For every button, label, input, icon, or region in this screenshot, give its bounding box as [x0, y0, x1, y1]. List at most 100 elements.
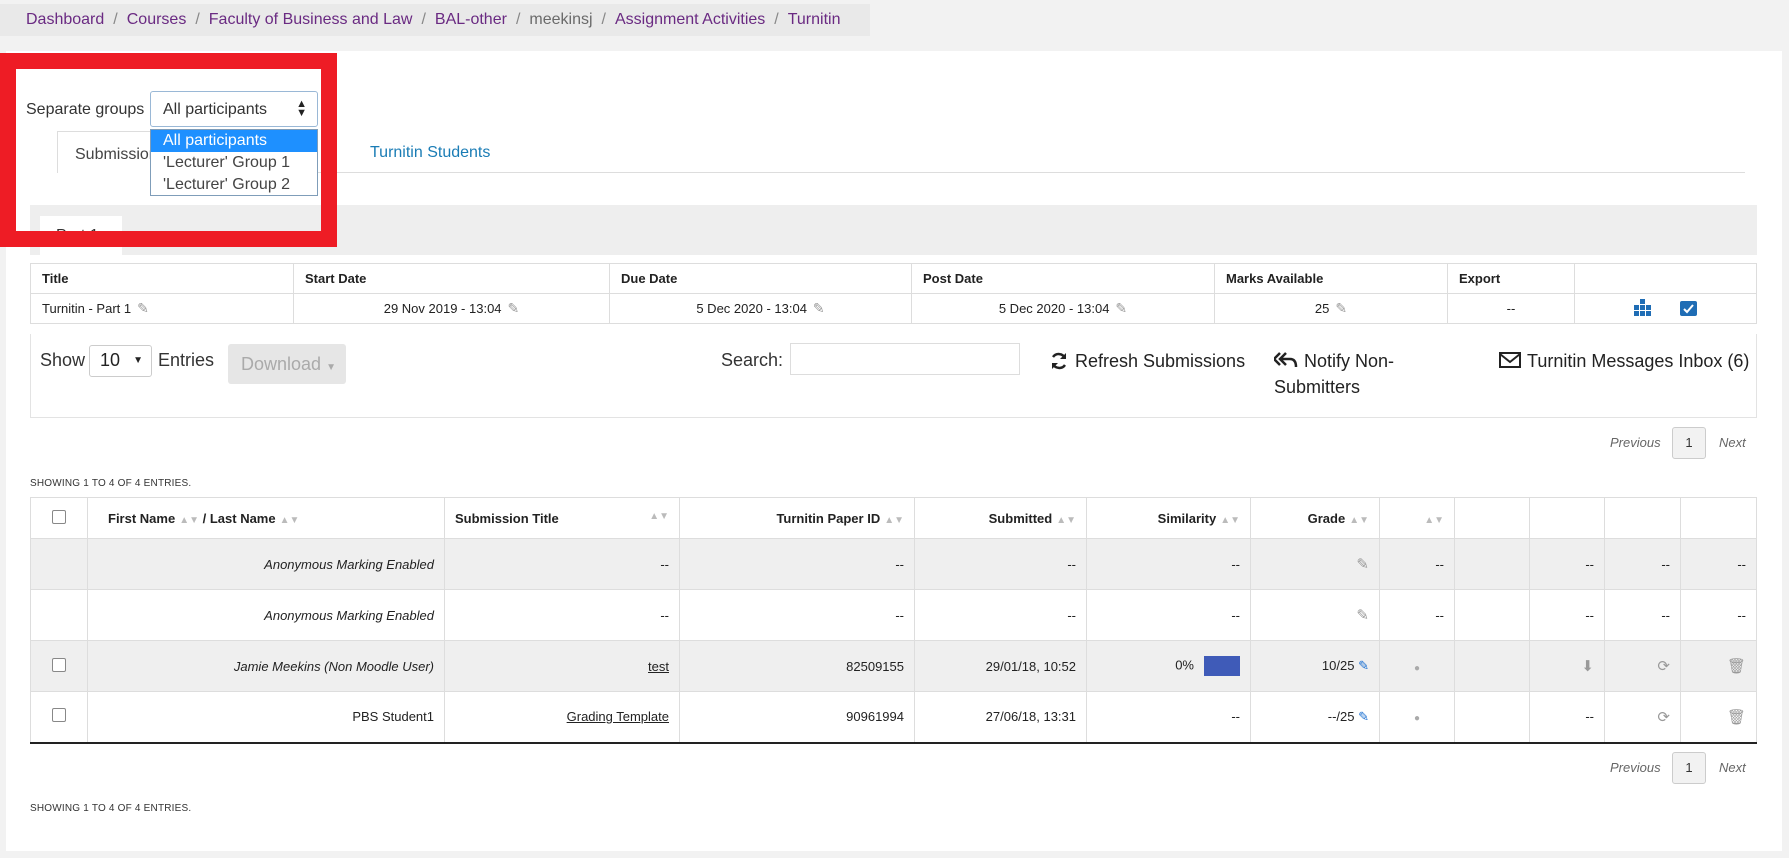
blocks-icon[interactable] [1633, 299, 1651, 318]
entries-select[interactable]: 10 ▼ [89, 345, 152, 377]
breadcrumb-bal-other[interactable]: BAL-other [435, 11, 507, 29]
turnitin-messages-inbox-button[interactable]: Turnitin Messages Inbox (6) [1499, 351, 1749, 372]
showing-entries: SHOWING 1 TO 4 OF 4 ENTRIES. [30, 803, 192, 814]
separate-groups-label: Separate groups [26, 101, 145, 118]
col-paper-id[interactable]: Turnitin Paper ID ▲▼ [679, 497, 915, 539]
pager-previous[interactable]: Previous [1610, 435, 1661, 450]
group-option-2[interactable]: 'Lecturer' Group 2 [151, 174, 317, 196]
edit-pencil-icon[interactable]: ✎ [1335, 300, 1347, 316]
caret-down-icon: ▼ [326, 362, 336, 373]
table-row: Anonymous Marking Enabled -- -- -- -- ✎ … [30, 589, 1757, 641]
download-button[interactable]: Download ▼ [228, 344, 346, 384]
showing-entries: SHOWING 1 TO 4 OF 4 ENTRIES. [30, 478, 192, 489]
pager-page-1[interactable]: 1 [1672, 427, 1706, 459]
download-icon[interactable]: ⬇ [1581, 658, 1594, 675]
select-all-checkbox[interactable] [52, 509, 66, 524]
col-submitted[interactable]: Submitted ▲▼ [914, 497, 1087, 539]
table-row: PBS Student1 Grading Template 90961994 2… [30, 691, 1757, 744]
breadcrumb-assignment-activities[interactable]: Assignment Activities [615, 11, 765, 29]
submissions-table: First Name ▲▼ / Last Name ▲▼ Submission Ti… [30, 497, 1757, 744]
reply-all-icon [1274, 352, 1298, 368]
select-arrows-icon: ▲ ▼ [296, 98, 307, 119]
tab-submissions[interactable]: Submission [57, 131, 158, 173]
search-input[interactable] [790, 343, 1020, 375]
search-label: Search: [721, 350, 784, 370]
cell-title: Turnitin - Part 1 ✎ [30, 293, 294, 324]
col-title: Title [30, 263, 294, 294]
cell-start: 29 Nov 2019 - 13:04 ✎ [293, 293, 610, 324]
status-dot-icon: ● [1413, 713, 1421, 725]
col-name[interactable]: First Name ▲▼ / Last Name ▲▼ [87, 497, 445, 539]
similarity-report-button[interactable] [1204, 656, 1240, 676]
cell-marks: 25 ✎ [1214, 293, 1448, 324]
show-label: Show [40, 350, 86, 370]
sort-icon: ▲▼ [1424, 514, 1444, 526]
breadcrumb-dashboard[interactable]: Dashboard [26, 11, 104, 29]
breadcrumb-turnitin[interactable]: Turnitin [788, 11, 841, 29]
edit-pencil-icon[interactable]: ✎ [137, 300, 149, 316]
pencil-icon[interactable]: ✎ [1356, 607, 1369, 624]
sort-icon: ▲▼ [649, 510, 669, 522]
refresh-submissions-button[interactable]: Refresh Submissions [1049, 351, 1245, 372]
pager-next[interactable]: Next [1719, 435, 1746, 450]
col-submission-title[interactable]: Submission Title ▲▼ [444, 497, 680, 539]
col-due-date: Due Date [609, 263, 912, 294]
row-checkbox[interactable] [52, 708, 66, 723]
sort-icon: ▲▼ [179, 514, 199, 526]
tab-turnitin-students[interactable]: Turnitin Students [370, 144, 490, 162]
groups-select[interactable]: All participants ▲ ▼ [150, 91, 318, 127]
trash-icon[interactable]: 🗑 [1727, 658, 1746, 675]
table-row: Jamie Meekins (Non Moodle User) test 825… [30, 640, 1757, 692]
part-tabs-bar [30, 205, 1757, 255]
cell-actions [1574, 293, 1757, 324]
pager-next[interactable]: Next [1719, 760, 1746, 775]
refresh-icon [1051, 352, 1067, 370]
grade-pencil-icon[interactable]: ✎ [1358, 709, 1369, 724]
groups-dropdown: All participants 'Lecturer' Group 1 'Lec… [150, 129, 318, 196]
group-option-1[interactable]: 'Lecturer' Group 1 [151, 152, 317, 174]
pager-previous[interactable]: Previous [1610, 760, 1661, 775]
tab-part-1[interactable]: Part 1 [40, 216, 122, 256]
sort-icon: ▲▼ [1056, 514, 1076, 526]
col-status[interactable]: ▲▼ [1379, 497, 1455, 539]
edit-pencil-icon[interactable]: ✎ [1115, 300, 1127, 316]
groups-select-value: All participants [163, 101, 268, 118]
edit-pencil-icon[interactable]: ✎ [813, 300, 825, 316]
col-refresh [1604, 497, 1681, 539]
col-actions [1574, 263, 1757, 294]
refresh-icon[interactable]: ⟳ [1657, 658, 1670, 675]
col-similarity[interactable]: Similarity ▲▼ [1086, 497, 1251, 539]
sort-icon: ▲▼ [1349, 514, 1369, 526]
col-post-date: Post Date [911, 263, 1215, 294]
grade-pencil-icon[interactable]: ✎ [1358, 658, 1369, 673]
sort-icon: ▲▼ [279, 514, 300, 526]
entries-label: Entries [158, 350, 215, 370]
row-checkbox[interactable] [52, 657, 66, 672]
assignment-info-table: Title Start Date Due Date Post Date Mark… [30, 263, 1757, 324]
trash-icon[interactable]: 🗑 [1727, 709, 1746, 726]
sort-icon: ▲▼ [1220, 514, 1240, 526]
col-grade[interactable]: Grade ▲▼ [1250, 497, 1380, 539]
notify-non-submitters-button[interactable]: Notify Non- Submitters [1274, 351, 1394, 400]
breadcrumb-courses[interactable]: Courses [127, 11, 187, 29]
edit-pencil-icon[interactable]: ✎ [508, 300, 520, 316]
col-delete [1680, 497, 1757, 539]
refresh-icon[interactable]: ⟳ [1657, 709, 1670, 726]
submission-link[interactable]: Grading Template [567, 709, 669, 724]
cell-post: 5 Dec 2020 - 13:04 ✎ [911, 293, 1215, 324]
cell-due: 5 Dec 2020 - 13:04 ✎ [609, 293, 912, 324]
pager-page-1[interactable]: 1 [1672, 752, 1706, 784]
breadcrumb-faculty[interactable]: Faculty of Business and Law [209, 11, 413, 29]
submission-link[interactable]: test [648, 659, 669, 674]
status-dot-icon: ● [1413, 662, 1421, 674]
col-blank [1454, 497, 1530, 539]
breadcrumb-meekinsj: meekinsj [529, 11, 593, 28]
checkbox-check-icon[interactable] [1680, 301, 1698, 316]
col-marks: Marks Available [1214, 263, 1448, 294]
sort-icon: ▲▼ [884, 514, 904, 526]
group-option-all[interactable]: All participants [151, 130, 317, 152]
pencil-icon[interactable]: ✎ [1356, 556, 1369, 573]
envelope-icon [1499, 352, 1521, 368]
col-export: Export [1447, 263, 1575, 294]
breadcrumb: Dashboard / Courses / Faculty of Business … [0, 4, 870, 36]
